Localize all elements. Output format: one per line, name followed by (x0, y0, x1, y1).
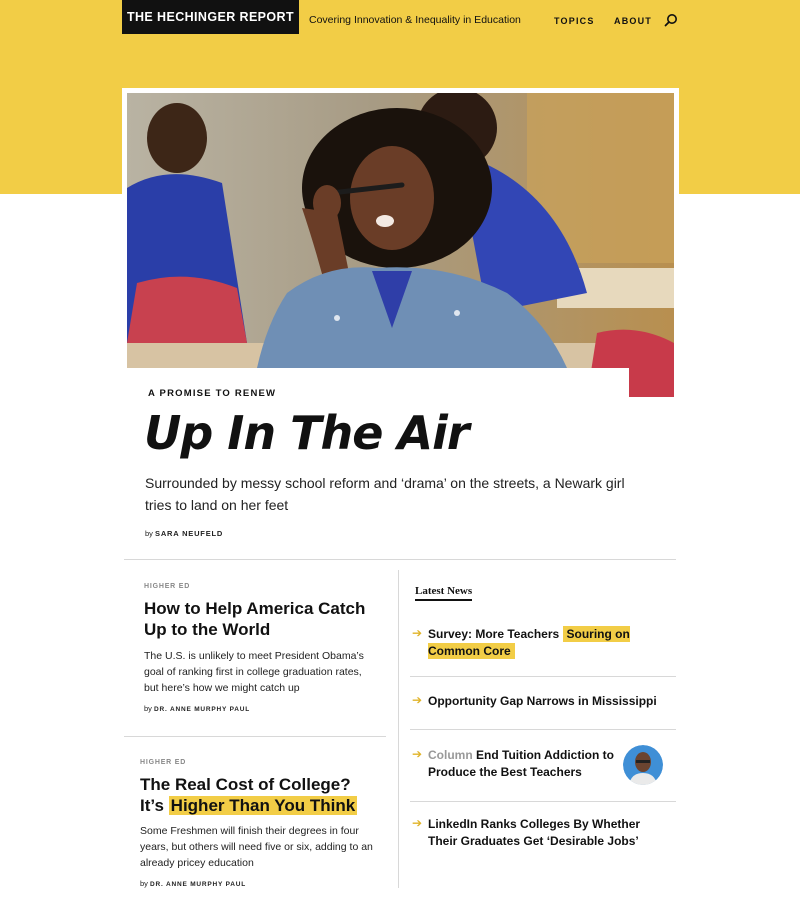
byline-author[interactable]: DR. ANNE MURPHY PAUL (154, 706, 250, 713)
story-section-label[interactable]: HIGHER ED (140, 759, 186, 766)
nav-topics[interactable]: TOPICS (554, 16, 595, 26)
column-tag: Column (428, 748, 473, 762)
byline-prefix: by (140, 879, 148, 888)
nav-about[interactable]: ABOUT (614, 16, 652, 26)
site-logo[interactable]: THE HECHINGER REPORT (122, 0, 299, 34)
story-dek: The U.S. is unlikely to meet President O… (144, 650, 364, 694)
hero-photo[interactable] (127, 93, 674, 397)
story-byline: by DR. ANNE MURPHY PAUL (144, 704, 250, 713)
latest-news-item[interactable]: ➔ Survey: More Teachers Souring on Commo… (412, 626, 664, 666)
byline-prefix: by (145, 529, 153, 538)
byline-prefix: by (144, 704, 152, 713)
arrow-right-icon: ➔ (412, 626, 423, 640)
arrow-right-icon: ➔ (412, 816, 423, 830)
latest-news-text: Opportunity Gap Narrows in Mississippi (428, 694, 657, 708)
site-tagline: Covering Innovation & Inequality in Educ… (309, 14, 521, 26)
story-title[interactable]: How to Help America Catch Up to the Worl… (144, 598, 384, 640)
divider (410, 801, 676, 802)
story-title[interactable]: The Real Cost of College? It’s Higher Th… (140, 774, 390, 816)
feature-dek: Surrounded by messy school reform and ‘d… (145, 475, 625, 513)
arrow-right-icon: ➔ (412, 747, 423, 761)
latest-news-item[interactable]: ➔ Opportunity Gap Narrows in Mississippi (412, 693, 664, 713)
story-title-text: The Real Cost of College? (140, 775, 351, 794)
news-text-plain: Survey: More Teachers (428, 627, 560, 641)
feature-title[interactable]: Up In The Air (144, 406, 470, 460)
latest-news-item[interactable]: ➔ LinkedIn Ranks Colleges By Whether The… (412, 816, 664, 852)
story-section-label[interactable]: HIGHER ED (144, 583, 190, 590)
feature-kicker[interactable]: A PROMISE TO RENEW (148, 388, 276, 399)
divider (410, 729, 676, 730)
byline-author[interactable]: DR. ANNE MURPHY PAUL (150, 881, 246, 888)
byline-author[interactable]: SARA NEUFELD (155, 529, 223, 538)
latest-news-text: Survey: More Teachers Souring on Common … (428, 626, 658, 660)
story-dek: Some Freshmen will finish their degrees … (140, 825, 373, 869)
column-divider (398, 570, 399, 888)
latest-news-text: Column End Tuition Addiction to Produce … (428, 747, 620, 781)
divider (124, 559, 676, 560)
feature-byline: by SARA NEUFELD (145, 529, 223, 538)
divider (124, 736, 386, 737)
story-title-highlight: Higher Than You Think (168, 796, 358, 815)
columnist-avatar[interactable] (623, 745, 663, 785)
story-byline: by DR. ANNE MURPHY PAUL (140, 879, 246, 888)
latest-news-heading[interactable]: Latest News (415, 585, 473, 601)
search-icon[interactable] (664, 13, 678, 27)
arrow-right-icon: ➔ (412, 693, 423, 707)
divider (410, 676, 676, 677)
story-title-text: It’s (140, 796, 164, 815)
latest-news-text: LinkedIn Ranks Colleges By Whether Their… (428, 817, 641, 848)
